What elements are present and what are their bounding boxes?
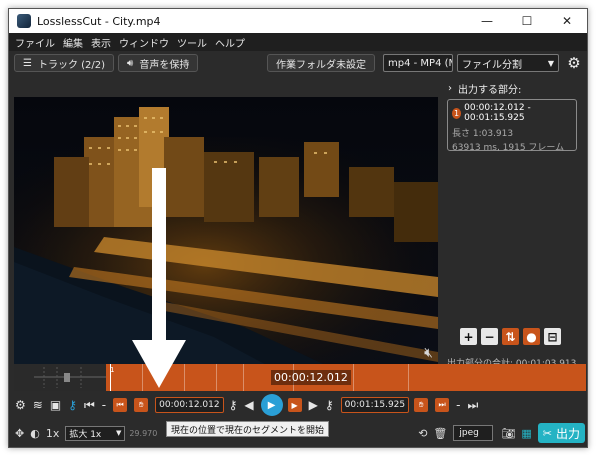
timeline-tick (353, 364, 354, 391)
timeline-tick (184, 364, 185, 391)
zoom-select-value: 拡大 1x (69, 429, 102, 440)
tooltip: 現在の位置で現在のセグメントを開始 (166, 421, 330, 437)
video-player[interactable]: 🔇︎ (14, 97, 438, 369)
segment-tools: + − ⇅ ● ⊟ (460, 328, 565, 345)
jump-segment-start-icon[interactable]: ⏮︎ (113, 398, 128, 412)
segments-header-label: 出力する部分: (458, 85, 522, 96)
key-icon[interactable]: ⚷ (68, 398, 77, 412)
rotate-video-icon[interactable]: ⟲ (418, 427, 427, 440)
minimize-button[interactable]: — (467, 9, 507, 33)
start-time-input[interactable]: 00:00:12.012 (155, 397, 224, 413)
timeline-lead-area (14, 364, 106, 391)
chevron-down-icon: ▼ (115, 429, 122, 437)
menu-bar: ファイル 編集 表示 ウィンドウ ツール ヘルプ (9, 33, 587, 51)
segment-number-badge: 1 (452, 107, 462, 119)
rotate-icon[interactable]: ✥ (15, 427, 24, 440)
working-dir-button[interactable]: 作業フォルダ未設定 (267, 54, 375, 72)
fps-value: 29.970 (129, 428, 158, 438)
playback-speed[interactable]: 1x (46, 427, 60, 440)
toolbar-right: 作業フォルダ未設定 mp4 - MP4 (M ▼ ファイル分割 ▼ ⚙ (267, 54, 587, 72)
calendar-icon[interactable]: ▦ (521, 427, 531, 440)
jump-start-icon[interactable]: ⏮︎ (84, 398, 95, 413)
keep-audio-label: 音声を保持 (139, 59, 190, 71)
window-controls: — ☐ ✕ (467, 9, 587, 33)
timeline-tick (142, 364, 143, 391)
end-time-input[interactable]: 00:01:15.925 (340, 397, 410, 413)
scissors-icon: ✂ (542, 426, 552, 440)
bottom-bar-right: ⟲ 🗑︎ jpeg 📷︎ ▦ ✂ 出力 (418, 423, 587, 443)
menu-tools[interactable]: ツール (177, 35, 207, 50)
window-title: LosslessCut - City.mp4 (37, 14, 161, 28)
menu-file[interactable]: ファイル (15, 35, 55, 50)
remove-segment-minus-icon[interactable]: − (481, 328, 498, 345)
waveform-icon (34, 367, 106, 388)
chevron-down-icon: ▼ (547, 58, 554, 68)
add-segment-plus-icon[interactable]: + (460, 328, 477, 345)
jump-segment-end-icon[interactable]: ⏭︎ (435, 398, 450, 412)
set-end-hand-icon[interactable]: ✋︎ (414, 398, 429, 412)
tracks-button[interactable]: ☰ トラック (2/2) (14, 54, 115, 72)
trash-icon[interactable]: 🗑︎ (433, 427, 447, 440)
thumbnails-icon[interactable]: ▣ (50, 398, 61, 412)
set-start-hand-icon[interactable]: ✋︎ (134, 398, 149, 412)
segment-range: 00:00:12.012 - 00:01:15.925 (464, 103, 531, 123)
timeline[interactable]: 1 00:00:12.012 (14, 364, 586, 391)
timeline-current-time: 00:00:12.012 (271, 370, 351, 385)
close-button[interactable]: ✕ (547, 9, 587, 33)
playback-controls: ⚙ ≋ ▣ ⚷ ⏮︎ - ⏮︎ ✋︎ 00:00:12.012 ⚷ ◀ ▶ ▶ … (9, 394, 587, 416)
tag-icon[interactable]: ● (523, 328, 540, 345)
app-icon (17, 14, 31, 28)
output-mode-select[interactable]: ファイル分割 ▼ (457, 54, 559, 72)
separator-dash: - (101, 398, 107, 412)
segment-marker: 1 (110, 366, 115, 374)
sort-segments-icon[interactable]: ⇅ (502, 328, 519, 345)
top-toolbar: ☰ トラック (2/2) 🔊︎ 音声を保持 作業フォルダ未設定 mp4 - MP… (9, 51, 587, 75)
step-forward-icon[interactable]: ▶ (309, 398, 318, 412)
jump-end-icon[interactable]: ⏭︎ (467, 398, 478, 413)
dark-mode-icon[interactable]: ◐ (30, 427, 40, 440)
segment-range-row: 1 00:00:12.012 - 00:01:15.925 (452, 103, 572, 123)
key-icon[interactable]: ⚷ (325, 398, 334, 412)
output-mode-value: ファイル分割 (462, 59, 522, 71)
settings-gear-icon[interactable]: ⚙ (565, 54, 583, 72)
key-icon[interactable]: ⚷ (229, 398, 238, 412)
mute-icon[interactable]: 🔇︎ (424, 345, 433, 361)
segment-detail: 63913 ms, 1915 フレーム (452, 143, 565, 153)
speaker-icon: 🔊︎ (127, 57, 134, 69)
format-select[interactable]: mp4 - MP4 (M ▼ (383, 54, 453, 72)
capture-format-select[interactable]: jpeg (453, 425, 494, 441)
export-label: 出力 (555, 426, 580, 441)
timeline-tick (216, 364, 217, 391)
settings-gear-icon[interactable]: ⚙ (15, 398, 26, 412)
play-segment-icon[interactable]: ▶ (287, 398, 302, 412)
format-select-value: mp4 - MP4 (M (388, 57, 453, 69)
title-bar: LosslessCut - City.mp4 — ☐ ✕ (9, 9, 587, 33)
segments-sidebar: › 出力する部分: 1 00:00:12.012 - 00:01:15.925 … (442, 75, 587, 371)
camera-icon[interactable]: 📷︎ (501, 427, 515, 440)
maximize-button[interactable]: ☐ (507, 9, 547, 33)
segment-length: 長さ 1:03.913 (452, 129, 514, 139)
zoom-select[interactable]: 拡大 1x ▼ (65, 425, 126, 441)
export-button[interactable]: ✂ 出力 (537, 423, 585, 443)
waveform-toggle-icon[interactable]: ≋ (33, 398, 43, 412)
list-icon: ☰ (23, 57, 32, 69)
chevron-right-icon: › (448, 83, 452, 94)
step-back-icon[interactable]: ◀ (244, 398, 253, 412)
working-dir-label: 作業フォルダ未設定 (276, 59, 366, 71)
tracks-label: トラック (2/2) (37, 59, 106, 71)
app-window: LosslessCut - City.mp4 — ☐ ✕ ファイル 編集 表示 … (8, 8, 588, 448)
segments-header[interactable]: › 出力する部分: (448, 81, 521, 96)
menu-window[interactable]: ウィンドウ (119, 35, 169, 50)
menu-help[interactable]: ヘルプ (215, 35, 245, 50)
play-button[interactable]: ▶ (260, 394, 283, 416)
video-frame-image (14, 97, 438, 369)
separator-dash: - (456, 398, 461, 412)
segment-item[interactable]: 1 00:00:12.012 - 00:01:15.925 長さ 1:03.91… (447, 99, 577, 153)
split-segment-icon[interactable]: ⊟ (544, 328, 561, 345)
menu-edit[interactable]: 編集 (63, 35, 83, 50)
keep-audio-button[interactable]: 🔊︎ 音声を保持 (118, 54, 199, 72)
timeline-tick (243, 364, 244, 391)
menu-view[interactable]: 表示 (91, 35, 111, 50)
timeline-tick (408, 364, 409, 391)
